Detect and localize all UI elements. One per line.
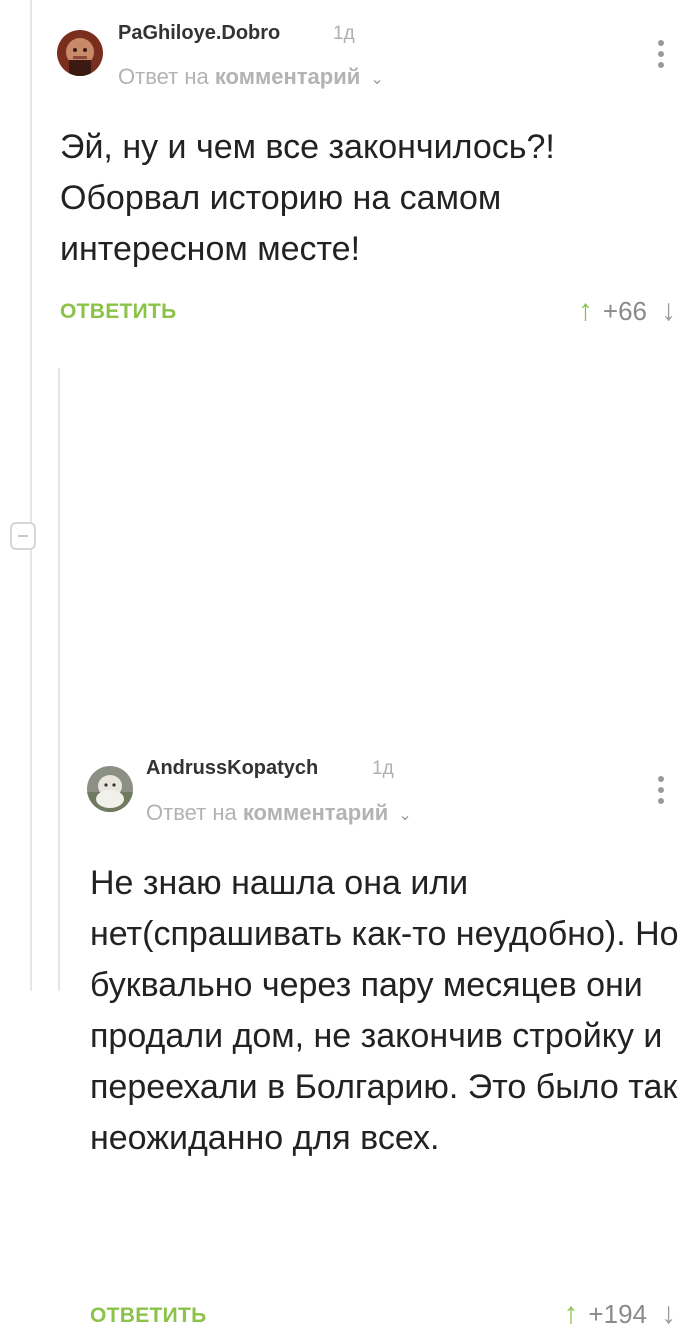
comment: PaGhiloye.Dobro 1д Ответ на комментарий …: [0, 0, 700, 360]
chevron-down-icon: ⌄: [398, 807, 412, 824]
reply-to-target: комментарий: [214, 64, 361, 89]
comment-text: Не знаю нашла она или нет(спрашивать как…: [90, 864, 679, 1157]
vote-controls: ↑ +194 ↓: [563, 1296, 676, 1332]
reply-to-target: комментарий: [242, 800, 389, 825]
arrow-up-icon[interactable]: ↑: [578, 293, 593, 329]
username[interactable]: PaGhiloye.Dobro: [118, 22, 280, 45]
vote-score: +194: [588, 1299, 647, 1329]
username[interactable]: AndrussKopatych: [146, 757, 318, 780]
timestamp: 1д: [372, 758, 394, 779]
arrow-down-icon[interactable]: ↓: [661, 293, 676, 329]
reply-to-link[interactable]: Ответ на комментарий ⌄: [118, 64, 384, 90]
vote-score: +66: [602, 296, 647, 326]
vote-controls: ↑ +66 ↓: [578, 293, 676, 329]
timestamp: 1д: [333, 23, 355, 44]
arrow-up-icon[interactable]: ↑: [563, 1296, 578, 1332]
avatar[interactable]: [87, 766, 133, 812]
reply-button[interactable]: ОТВЕТИТЬ: [90, 1304, 207, 1328]
reply-button[interactable]: ОТВЕТИТЬ: [60, 300, 177, 324]
chevron-down-icon: ⌄: [370, 71, 384, 88]
comment-text: Эй, ну и чем все закончилось?! Оборвал и…: [60, 128, 555, 268]
reply-to-prefix: Ответ на: [146, 800, 243, 825]
reply-to-prefix: Ответ на: [118, 64, 215, 89]
arrow-down-icon[interactable]: ↓: [661, 1296, 676, 1332]
more-vertical-icon[interactable]: [658, 776, 666, 808]
avatar[interactable]: [57, 30, 103, 76]
reply-to-link[interactable]: Ответ на комментарий ⌄: [146, 800, 412, 826]
comment: AndrussKopatych 1д Ответ на комментарий …: [0, 368, 700, 1330]
more-vertical-icon[interactable]: [658, 40, 666, 72]
